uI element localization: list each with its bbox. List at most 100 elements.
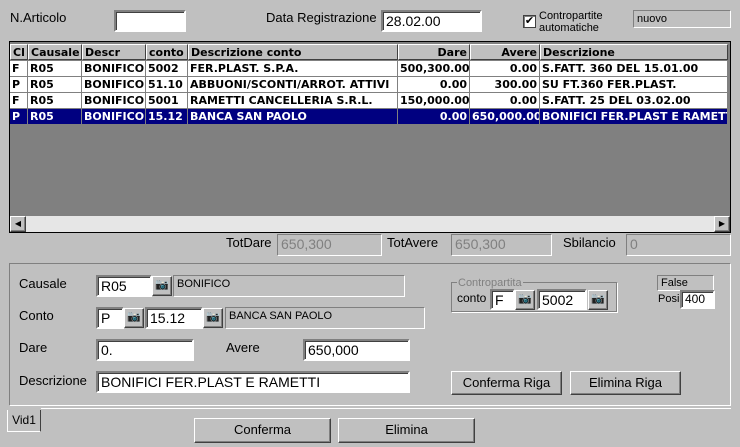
cell-descrizione-conto: FER.PLAST. S.P.A. xyxy=(188,61,398,77)
articolo-input[interactable] xyxy=(114,10,186,32)
col-conto[interactable]: conto xyxy=(146,44,188,60)
camera-icon: 📷 xyxy=(155,279,169,291)
conto-type-input[interactable]: P xyxy=(96,307,124,329)
conferma-button[interactable]: Conferma xyxy=(194,418,331,443)
camera-icon: 📷 xyxy=(206,311,220,323)
conto-desc-field: BANCA SAN PAOLO xyxy=(225,307,425,329)
camera-icon: 📷 xyxy=(591,293,605,305)
grid-header: Cl Causale Descr conto Descrizione conto… xyxy=(10,44,728,60)
sbilancio-label: Sbilancio xyxy=(563,235,616,250)
cell-descrizione-conto: ABBUONI/SCONTI/ARROT. ATTIVI xyxy=(188,77,398,93)
descrizione-input[interactable]: BONIFICI FER.PLAST E RAMETTI xyxy=(96,371,410,393)
data-registrazione-input[interactable]: 28.02.00 xyxy=(381,10,482,32)
cell-descrizione: S.FATT. 25 DEL 03.02.00 xyxy=(540,93,728,109)
cell-descrizione-conto: BANCA SAN PAOLO xyxy=(188,109,398,125)
cell-descrizione: BONIFICI FER.PLAST E RAMETT xyxy=(540,109,728,125)
cell-descr: BONIFICO xyxy=(82,77,146,93)
posi-label: Posi xyxy=(658,293,680,305)
contropartita-type-lookup-button[interactable]: 📷 xyxy=(515,290,535,310)
cell-conto: 15.12 xyxy=(146,109,188,125)
conto-label: Conto xyxy=(19,308,54,323)
dare-label: Dare xyxy=(19,340,48,355)
col-descrizione-conto[interactable]: Descrizione conto xyxy=(188,44,398,60)
cell-descrizione: S.FATT. 360 DEL 15.01.00 xyxy=(540,61,728,77)
conto-code-lookup-button[interactable]: 📷 xyxy=(203,308,223,328)
cell-causale: R05 xyxy=(28,93,82,109)
conto-type-lookup-button[interactable]: 📷 xyxy=(124,308,144,328)
contropartite-label-line2: automatiche xyxy=(539,22,599,34)
contropartita-code-lookup-button[interactable]: 📷 xyxy=(588,290,608,310)
cell-causale: R05 xyxy=(28,61,82,77)
cell-dare: 0.00 xyxy=(398,109,470,125)
totavere-field: 650,300 xyxy=(451,234,552,256)
contropartita-type-input[interactable]: F xyxy=(490,289,515,310)
col-causale[interactable]: Causale xyxy=(28,44,82,60)
cell-avere: 650,000.00 xyxy=(470,109,540,125)
status-field: nuovo xyxy=(633,10,731,28)
totdare-field: 650,300 xyxy=(277,234,382,256)
sbilancio-field: 0 xyxy=(626,234,731,256)
cell-avere: 0.00 xyxy=(470,93,540,109)
cell-dare: 500,300.00 xyxy=(398,61,470,77)
causale-code-input[interactable]: R05 xyxy=(96,275,152,297)
contropartita-code-input[interactable]: 5002 xyxy=(537,289,587,310)
col-descrizione[interactable]: Descrizione xyxy=(540,44,728,60)
col-avere[interactable]: Avere xyxy=(470,44,540,60)
causale-label: Causale xyxy=(19,276,67,291)
col-cl[interactable]: Cl xyxy=(10,44,28,60)
dare-input[interactable]: 0. xyxy=(96,339,194,361)
cell-cl: F xyxy=(10,61,28,77)
cell-avere: 0.00 xyxy=(470,61,540,77)
checkmark-icon: ✔ xyxy=(524,15,535,27)
contropartita-conto-label: conto xyxy=(457,291,487,305)
elimina-button[interactable]: Elimina xyxy=(338,418,475,443)
table-row-selected[interactable]: P R05 BONIFICO 15.12 BANCA SAN PAOLO 0.0… xyxy=(10,109,728,125)
articolo-label: N.Articolo xyxy=(10,10,67,25)
cell-causale: R05 xyxy=(28,77,82,93)
avere-input[interactable]: 650,000 xyxy=(303,339,410,361)
causale-desc-field: BONIFICO xyxy=(173,275,405,297)
cell-descrizione: SU FT.360 FER.PLAST. xyxy=(540,77,728,93)
cell-cl: P xyxy=(10,109,28,125)
tab-divider xyxy=(41,408,731,409)
totavere-label: TotAvere xyxy=(387,235,439,250)
cell-descr: BONIFICO xyxy=(82,109,146,125)
cell-conto: 5002 xyxy=(146,61,188,77)
conferma-riga-button[interactable]: Conferma Riga xyxy=(451,371,562,395)
camera-icon: 📷 xyxy=(518,293,532,305)
table-row[interactable]: F R05 BONIFICO 5002 FER.PLAST. S.P.A. 50… xyxy=(10,61,728,77)
cell-cl: F xyxy=(10,93,28,109)
cell-descr: BONIFICO xyxy=(82,61,146,77)
table-row[interactable]: F R05 BONIFICO 5001 RAMETTI CANCELLERIA … xyxy=(10,93,728,109)
col-descr[interactable]: Descr xyxy=(82,44,146,60)
cell-avere: 300.00 xyxy=(470,77,540,93)
contropartite-label-line1: Contropartite xyxy=(539,10,603,22)
tab-vid1[interactable]: Vid1 xyxy=(7,410,41,432)
left-arrow-icon[interactable]: ◀ xyxy=(10,216,26,232)
cell-dare: 150,000.00 xyxy=(398,93,470,109)
table-row[interactable]: P R05 BONIFICO 51.10 ABBUONI/SCONTI/ARRO… xyxy=(10,77,728,93)
cell-descr: BONIFICO xyxy=(82,93,146,109)
cell-conto: 51.10 xyxy=(146,77,188,93)
totdare-label: TotDare xyxy=(226,235,272,250)
data-registrazione-label: Data Registrazione xyxy=(266,10,377,25)
false-field: False xyxy=(657,275,714,291)
cell-causale: R05 xyxy=(28,109,82,125)
cell-cl: P xyxy=(10,77,28,93)
avere-label: Avere xyxy=(226,340,260,355)
horizontal-scrollbar[interactable]: ◀ ▶ xyxy=(10,216,730,232)
contropartite-label: Contropartite automatiche xyxy=(539,10,603,34)
elimina-riga-button[interactable]: Elimina Riga xyxy=(570,371,681,395)
causale-lookup-button[interactable]: 📷 xyxy=(152,276,172,296)
cell-dare: 0.00 xyxy=(398,77,470,93)
cell-conto: 5001 xyxy=(146,93,188,109)
right-arrow-icon[interactable]: ▶ xyxy=(714,216,730,232)
descrizione-label: Descrizione xyxy=(19,373,87,388)
col-dare[interactable]: Dare xyxy=(398,44,470,60)
posi-input[interactable]: 400 xyxy=(680,290,715,309)
cell-descrizione-conto: RAMETTI CANCELLERIA S.R.L. xyxy=(188,93,398,109)
contropartite-checkbox[interactable]: ✔ xyxy=(523,15,536,28)
conto-code-input[interactable]: 15.12 xyxy=(145,307,203,329)
camera-icon: 📷 xyxy=(127,311,141,323)
movements-grid[interactable]: Cl Causale Descr conto Descrizione conto… xyxy=(9,41,731,233)
